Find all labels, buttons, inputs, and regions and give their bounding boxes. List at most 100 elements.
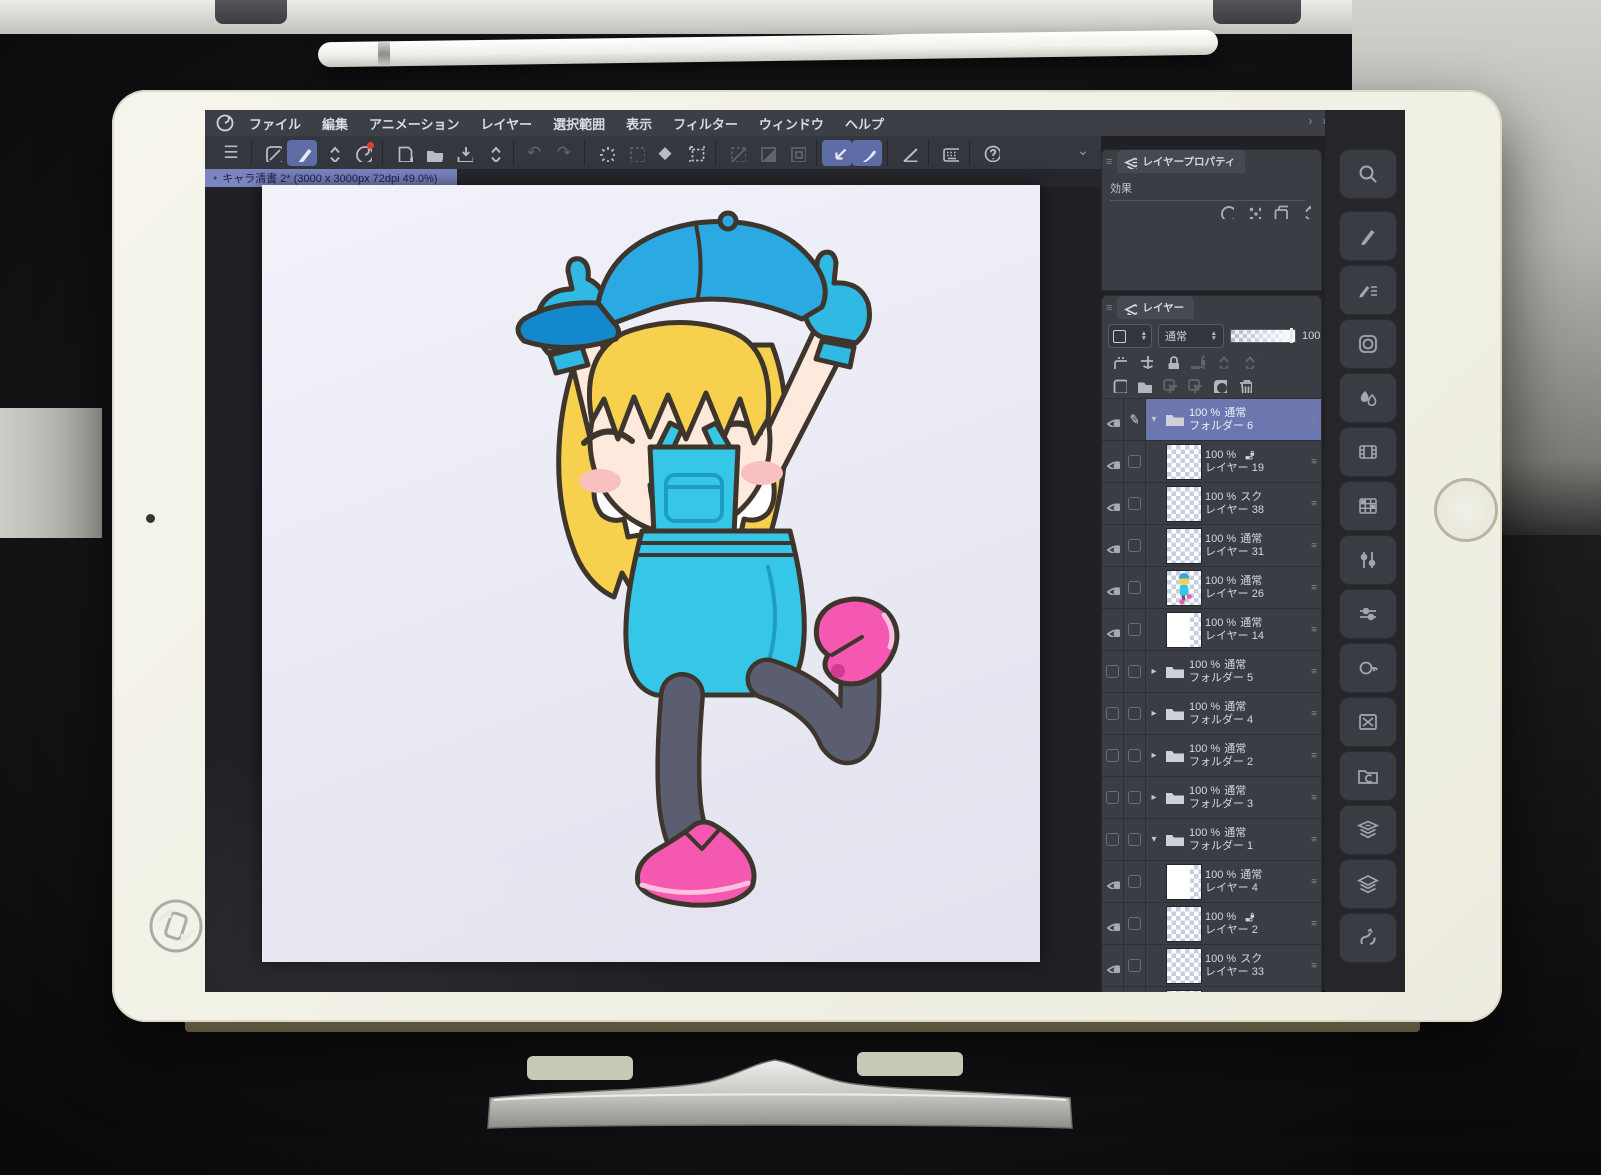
layer-row[interactable]: ▸ 100 % 通常 フォルダー 2 ≡ <box>1102 735 1321 777</box>
save-button[interactable] <box>448 140 478 166</box>
selection-border-button[interactable] <box>781 140 811 166</box>
new-layer-button[interactable] <box>1110 376 1127 393</box>
layer-mask-button[interactable] <box>1210 376 1227 393</box>
row-grip[interactable]: ≡ <box>1311 414 1317 425</box>
toolbox-button[interactable] <box>257 140 287 166</box>
folder-expander[interactable]: ▸ <box>1149 750 1159 761</box>
visibility-cell[interactable] <box>1102 483 1124 524</box>
layers-tab[interactable] <box>1340 860 1396 908</box>
current-tool-pen-button[interactable] <box>287 140 317 166</box>
row-grip[interactable]: ≡ <box>1311 792 1317 803</box>
connect-tab[interactable] <box>1340 914 1396 962</box>
visibility-cell[interactable] <box>1102 651 1124 692</box>
clip-to-layer-button[interactable] <box>1110 352 1127 369</box>
visibility-cell[interactable] <box>1102 525 1124 566</box>
undo-button[interactable]: ↶ <box>519 140 549 166</box>
folder-expander[interactable]: ▾ <box>1149 834 1159 845</box>
fill-button[interactable]: ◆ <box>650 140 680 166</box>
folder-expander[interactable]: ▾ <box>1149 414 1159 425</box>
visibility-cell[interactable] <box>1102 945 1124 986</box>
folder-expander[interactable]: ▸ <box>1149 708 1159 719</box>
row-grip[interactable]: ≡ <box>1311 582 1317 593</box>
layer-row[interactable]: 100 % 通常 レイヤー 31 ≡ <box>1102 525 1321 567</box>
edit-cell[interactable] <box>1124 609 1146 650</box>
draft-layer-button[interactable] <box>1240 352 1257 369</box>
row-grip[interactable]: ≡ <box>1311 624 1317 635</box>
toolbar-collapse-button[interactable]: ⌄ <box>1077 142 1089 159</box>
folder-expander[interactable]: ▸ <box>1149 792 1159 803</box>
tone-tab[interactable] <box>1340 428 1396 476</box>
select-area-button[interactable] <box>620 140 650 166</box>
menu-item-3[interactable]: レイヤー <box>481 114 533 133</box>
layers-tab-header[interactable]: レイヤー <box>1117 296 1194 319</box>
row-grip[interactable]: ≡ <box>1311 498 1317 509</box>
material-box-tab[interactable] <box>1340 698 1396 746</box>
edit-cell[interactable] <box>1124 567 1146 608</box>
menu-item-2[interactable]: アニメーション <box>369 114 459 133</box>
row-grip[interactable]: ≡ <box>1311 708 1317 719</box>
blend-mode-dropdown[interactable]: 通常 ▲▼ <box>1158 324 1224 348</box>
object-tool-button[interactable] <box>822 140 852 166</box>
reference-layer-button[interactable] <box>1214 352 1231 369</box>
row-grip[interactable]: ≡ <box>1311 750 1317 761</box>
enable-mask-button[interactable] <box>1136 352 1153 369</box>
layer-row[interactable]: 100 % レイヤー 19 ≡ <box>1102 441 1321 483</box>
tool-switch-chevrons[interactable] <box>317 140 347 166</box>
layer-property-tab[interactable] <box>1340 806 1396 854</box>
invert-selection-button[interactable] <box>751 140 781 166</box>
edit-cell[interactable] <box>1124 861 1146 902</box>
main-menu-button[interactable]: ☰ <box>216 140 246 166</box>
menu-item-7[interactable]: ウィンドウ <box>759 114 824 133</box>
transfer-down-button[interactable] <box>1160 376 1177 393</box>
layer-row[interactable]: ✎ ▾ 100 % 通常 フォルダー 6 ≡ <box>1102 399 1321 441</box>
visibility-cell[interactable] <box>1102 609 1124 650</box>
panel-grip[interactable]: ≡ <box>1106 156 1112 168</box>
transform-button[interactable] <box>680 140 710 166</box>
edit-cell[interactable]: ✎ <box>1124 399 1146 440</box>
lock-transparent-button[interactable] <box>1188 352 1205 369</box>
visibility-cell[interactable] <box>1102 693 1124 734</box>
menu-item-8[interactable]: ヘルプ <box>845 114 884 133</box>
row-grip[interactable]: ≡ <box>1311 918 1317 929</box>
effect-expander-icon[interactable] <box>1298 202 1311 219</box>
pose-tab[interactable] <box>1340 536 1396 584</box>
edit-cell[interactable] <box>1124 945 1146 986</box>
deselect-button[interactable] <box>721 140 751 166</box>
clip-folder-tab[interactable] <box>1340 752 1396 800</box>
layer-color-effect-icon[interactable] <box>1271 202 1288 219</box>
merge-down-button[interactable] <box>1185 376 1202 393</box>
clip-studio-assets-button[interactable] <box>347 140 377 166</box>
lock-layer-button[interactable] <box>1162 352 1179 369</box>
layer-row[interactable]: 100 % 通常 ≡ <box>1102 987 1321 992</box>
visibility-cell[interactable] <box>1102 861 1124 902</box>
layer-row[interactable]: 100 % 通常 レイヤー 26 ≡ <box>1102 567 1321 609</box>
edit-cell[interactable] <box>1124 525 1146 566</box>
layer-row[interactable]: ▸ 100 % 通常 フォルダー 5 ≡ <box>1102 651 1321 693</box>
menu-item-4[interactable]: 選択範囲 <box>553 114 605 133</box>
brush-settings-tab[interactable] <box>1340 266 1396 314</box>
color-set-tab[interactable] <box>1340 374 1396 422</box>
edit-cell[interactable] <box>1124 819 1146 860</box>
new-folder-button[interactable] <box>1135 376 1152 393</box>
row-grip[interactable]: ≡ <box>1311 666 1317 677</box>
pen-tool-tab[interactable] <box>1340 212 1396 260</box>
edit-cell[interactable] <box>1124 987 1146 992</box>
visibility-cell[interactable] <box>1102 987 1124 992</box>
panel-grip[interactable]: ≡ <box>1106 302 1112 314</box>
edit-cell[interactable] <box>1124 651 1146 692</box>
navigator-tab[interactable] <box>1340 320 1396 368</box>
visibility-cell[interactable] <box>1102 777 1124 818</box>
edit-cell[interactable] <box>1124 735 1146 776</box>
visibility-cell[interactable] <box>1102 819 1124 860</box>
material-tab[interactable] <box>1340 482 1396 530</box>
color-wheel-tab[interactable] <box>1340 644 1396 692</box>
layer-property-tab-header[interactable]: レイヤープロパティ <box>1117 150 1245 173</box>
layer-row[interactable]: 100 % スク レイヤー 38 ≡ <box>1102 483 1321 525</box>
layer-row[interactable]: ▾ 100 % 通常 フォルダー 1 ≡ <box>1102 819 1321 861</box>
row-grip[interactable]: ≡ <box>1311 960 1317 971</box>
visibility-cell[interactable] <box>1102 735 1124 776</box>
edit-cell[interactable] <box>1124 777 1146 818</box>
correction-tab[interactable] <box>1340 590 1396 638</box>
visibility-cell[interactable] <box>1102 399 1124 440</box>
home-button[interactable] <box>1434 478 1498 542</box>
